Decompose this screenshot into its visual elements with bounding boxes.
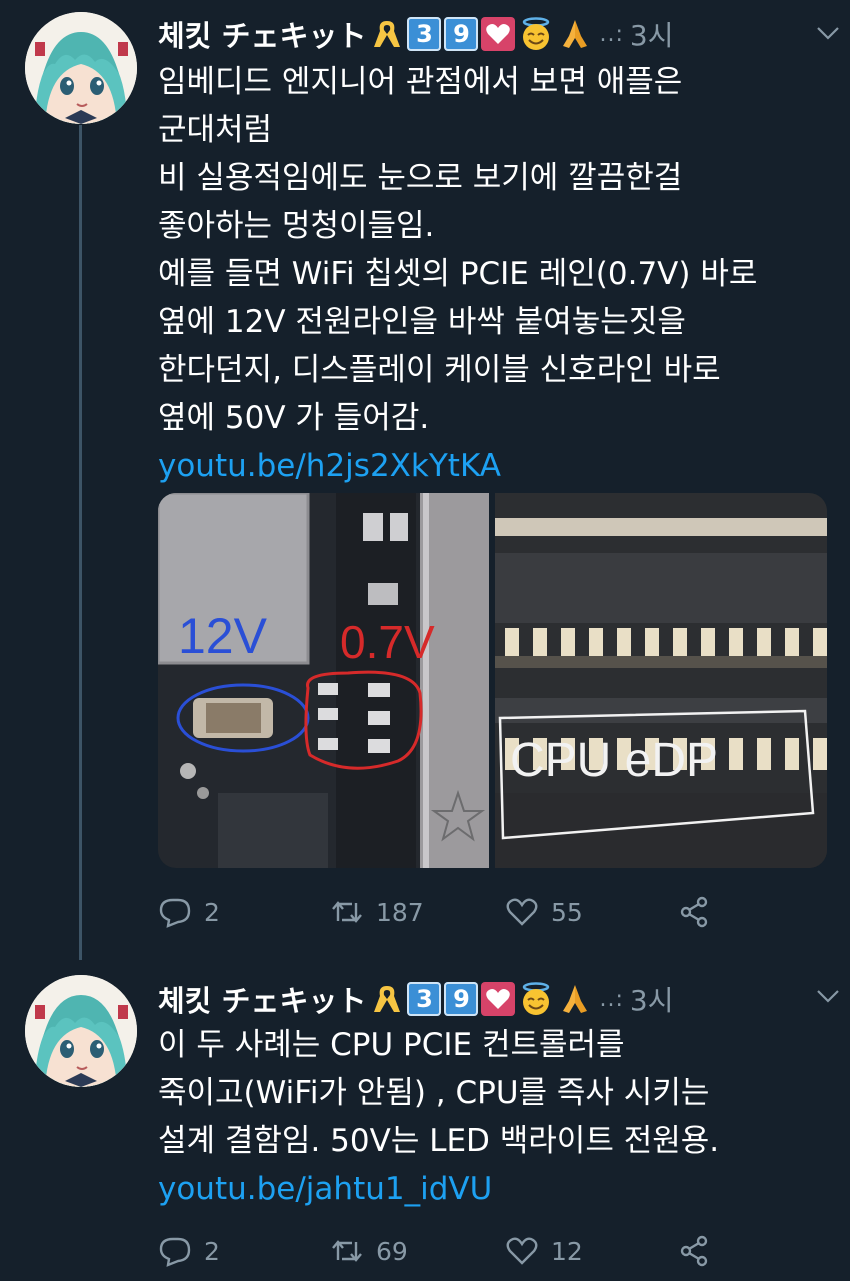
media-photo-right[interactable]: CPU eDP: [495, 493, 827, 868]
retweet-icon: [332, 901, 362, 923]
like-button[interactable]: 12: [505, 1234, 583, 1268]
text-line: 이 두 사례는 CPU PCIE 컨트롤러를: [158, 1027, 625, 1063]
chevron-down-icon[interactable]: [814, 22, 842, 44]
like-icon: [506, 898, 538, 926]
halo-face-icon: [523, 17, 550, 50]
avatar-image: [25, 975, 137, 1087]
text-line: 비 실용적임에도 눈으로 보기에 깔끔한걸: [158, 160, 683, 196]
media-photo-left[interactable]: 12V 0.7V: [158, 493, 489, 868]
share-icon: [680, 1235, 708, 1267]
name-badges: 3 9: [370, 981, 593, 1017]
name-badges: 3 9: [370, 16, 593, 52]
badge-number: 9: [444, 982, 479, 1016]
author-name[interactable]: 체킷 チェキット: [158, 13, 366, 55]
ribbon-icon: [374, 21, 401, 47]
tweet-text: 이 두 사례는 CPU PCIE 컨트롤러를 죽이고(WiFi가 안됨) , C…: [158, 1021, 820, 1213]
tweet-link[interactable]: youtu.be/jahtu1_idVU: [158, 1165, 820, 1213]
tweet-link[interactable]: youtu.be/h2js2XkYtKA: [158, 442, 820, 490]
reply-icon: [159, 1237, 191, 1267]
tweet-2[interactable]: 체킷 チェキット 3 9 ..: 3시 이 두 사례는 CPU PCIE 컨트롤…: [0, 965, 850, 1281]
badge-number: 3: [407, 17, 442, 51]
tweet-1[interactable]: 체킷 チェキット 3 9 ..: 3시 임베디드 엔지니어 관점에서 보면 애플…: [0, 0, 850, 960]
tweet-header: 체킷 チェキット 3 9 ..: 3시: [158, 975, 830, 1023]
like-button[interactable]: 55: [505, 895, 583, 929]
reply-count: 2: [204, 1236, 220, 1266]
retweet-count: 69: [376, 1236, 408, 1266]
reply-icon: [159, 898, 191, 928]
like-icon: [506, 1237, 538, 1265]
thread-line: [79, 125, 82, 960]
avatar-image: [25, 12, 137, 124]
retweet-icon: [332, 1240, 362, 1262]
halo-face-icon: [523, 982, 550, 1015]
praying-hands-icon: [563, 20, 588, 48]
retweet-button[interactable]: 69: [330, 1234, 408, 1268]
like-count: 55: [551, 897, 583, 927]
annotation-12v: 12V: [178, 608, 268, 664]
ribbon-icon: [374, 986, 401, 1012]
tweet-time[interactable]: 3시: [630, 14, 674, 54]
tweet-actions: 2 69 12: [158, 1231, 850, 1271]
badge-number: 9: [444, 17, 479, 51]
text-line: 설계 결함임. 50V는 LED 백라이트 전원용.: [158, 1123, 720, 1159]
badge-number: 3: [407, 982, 442, 1016]
reply-count: 2: [204, 897, 220, 927]
text-line: 옆에 12V 전원라인을 바싹 붙여놓는짓을: [158, 304, 686, 340]
media-grid: 12V 0.7V CPU eDP: [158, 493, 827, 868]
text-line: 옆에 50V 가 들어감.: [158, 400, 430, 436]
author-handle[interactable]: ..:: [599, 22, 623, 47]
chevron-down-icon[interactable]: [814, 985, 842, 1007]
text-line: 임베디드 엔지니어 관점에서 보면 애플은: [158, 64, 683, 100]
share-button[interactable]: [678, 895, 724, 929]
text-line: 한다던지, 디스플레이 케이블 신호라인 바로: [158, 352, 721, 388]
share-button[interactable]: [678, 1234, 724, 1268]
text-line: 좋아하는 멍청이들임.: [158, 208, 435, 244]
text-line: 죽이고(WiFi가 안됨) , CPU를 즉사 시키는: [158, 1075, 710, 1111]
author-handle[interactable]: ..:: [599, 987, 623, 1012]
annotation-07v: 0.7V: [340, 616, 435, 668]
like-count: 12: [551, 1236, 583, 1266]
praying-hands-icon: [563, 985, 588, 1013]
share-icon: [680, 896, 708, 928]
annotation-cpu-edp: CPU eDP: [510, 734, 718, 787]
tweet-actions: 2 187 55: [158, 892, 850, 932]
heart-icon: [481, 17, 516, 51]
retweet-count: 187: [376, 897, 424, 927]
tweet-time[interactable]: 3시: [630, 979, 674, 1019]
reply-button[interactable]: 2: [158, 1234, 220, 1268]
text-line: 군대처럼: [158, 112, 273, 148]
retweet-button[interactable]: 187: [330, 895, 424, 929]
text-line: 예를 들면 WiFi 칩셋의 PCIE 레인(0.7V) 바로: [158, 256, 758, 292]
avatar[interactable]: [25, 975, 137, 1087]
reply-button[interactable]: 2: [158, 895, 220, 929]
heart-icon: [481, 982, 516, 1016]
tweet-header: 체킷 チェキット 3 9 ..: 3시: [158, 10, 830, 58]
avatar[interactable]: [25, 12, 137, 124]
author-name[interactable]: 체킷 チェキット: [158, 978, 366, 1020]
tweet-text: 임베디드 엔지니어 관점에서 보면 애플은 군대처럼 비 실용적임에도 눈으로 …: [158, 58, 820, 490]
